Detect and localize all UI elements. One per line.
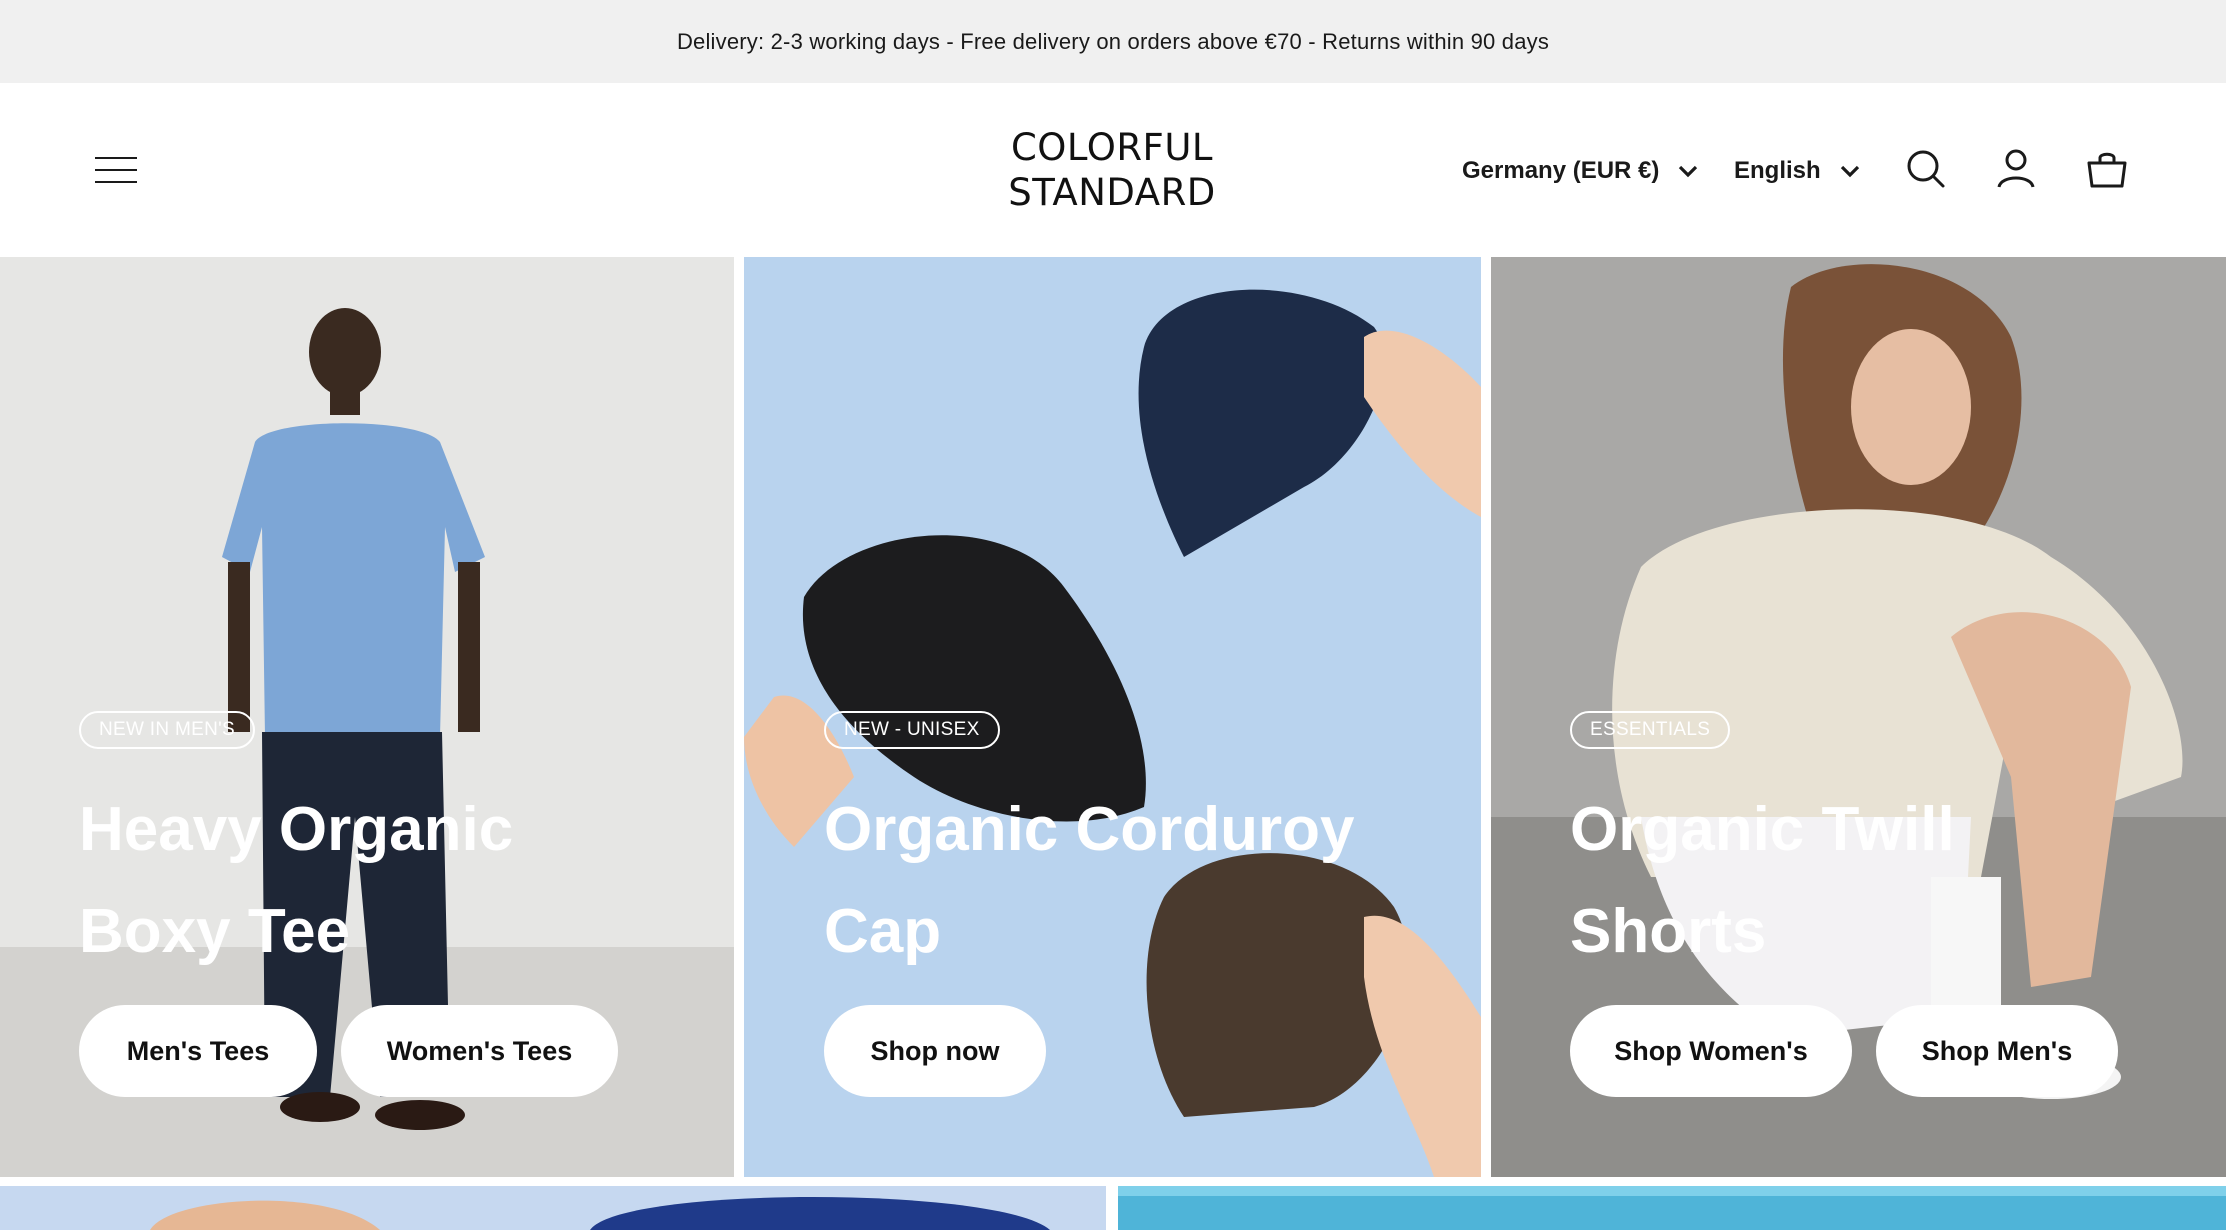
site-header: COLORFUL STANDARD Germany (EUR €) Englis… bbox=[0, 83, 2226, 257]
panel-title: Organic Corduroy Cap bbox=[824, 779, 1355, 983]
shop-womens-button[interactable]: Shop Women's bbox=[1570, 1005, 1852, 1097]
menu-icon[interactable] bbox=[93, 153, 141, 187]
shop-now-button[interactable]: Shop now bbox=[824, 1005, 1046, 1097]
hero-panel-corduroy-cap[interactable]: NEW - UNISEX Organic Corduroy Cap Shop n… bbox=[744, 257, 1481, 1177]
hero-panel-twill-shorts[interactable]: ESSENTIALS Organic Twill Shorts Shop Wom… bbox=[1491, 257, 2226, 1177]
panel-tag: NEW - UNISEX bbox=[824, 711, 1000, 749]
language-selector[interactable]: English bbox=[1734, 151, 1861, 191]
language-selector-label: English bbox=[1734, 157, 1821, 184]
panel-title-line-2: Cap bbox=[824, 897, 942, 966]
shop-mens-button[interactable]: Shop Men's bbox=[1876, 1005, 2118, 1097]
chevron-down-icon bbox=[1679, 165, 1698, 178]
panel-title: Heavy Organic Boxy Tee bbox=[79, 779, 513, 983]
next-row-photo-left bbox=[0, 1186, 1106, 1230]
womens-tees-button[interactable]: Women's Tees bbox=[341, 1005, 618, 1097]
panel-title-line-2: Shorts bbox=[1570, 897, 1767, 966]
search-icon[interactable] bbox=[1904, 147, 1948, 191]
cart-icon[interactable] bbox=[2085, 147, 2129, 191]
logo-line-1: COLORFUL bbox=[1010, 126, 1214, 169]
next-row-photo-right bbox=[1118, 1186, 2226, 1230]
country-selector[interactable]: Germany (EUR €) bbox=[1462, 151, 1699, 191]
next-row-image-right[interactable] bbox=[1118, 1186, 2226, 1230]
mens-tees-button[interactable]: Men's Tees bbox=[79, 1005, 317, 1097]
next-row-image-left[interactable] bbox=[0, 1186, 1106, 1230]
hero-panel-mens-tee[interactable]: NEW IN MEN'S Heavy Organic Boxy Tee Men'… bbox=[0, 257, 734, 1177]
panel-title-line-1: Heavy Organic bbox=[79, 795, 514, 864]
panel-title: Organic Twill Shorts bbox=[1570, 779, 1955, 983]
panel-title-line-1: Organic Corduroy bbox=[824, 795, 1355, 864]
country-selector-label: Germany (EUR €) bbox=[1462, 157, 1660, 184]
panel-tag: NEW IN MEN'S bbox=[79, 711, 256, 749]
announcement-text: Delivery: 2-3 working days - Free delive… bbox=[676, 28, 1550, 54]
chevron-down-icon bbox=[1840, 165, 1859, 178]
panel-title-line-2: Boxy Tee bbox=[79, 897, 351, 966]
panel-title-line-1: Organic Twill bbox=[1570, 795, 1955, 864]
brand-logo[interactable]: COLORFUL STANDARD bbox=[980, 125, 1244, 215]
account-icon[interactable] bbox=[1994, 147, 2038, 191]
panel-tag: ESSENTIALS bbox=[1570, 711, 1731, 749]
logo-line-2: STANDARD bbox=[1008, 171, 1216, 214]
announcement-bar: Delivery: 2-3 working days - Free delive… bbox=[0, 0, 2226, 83]
